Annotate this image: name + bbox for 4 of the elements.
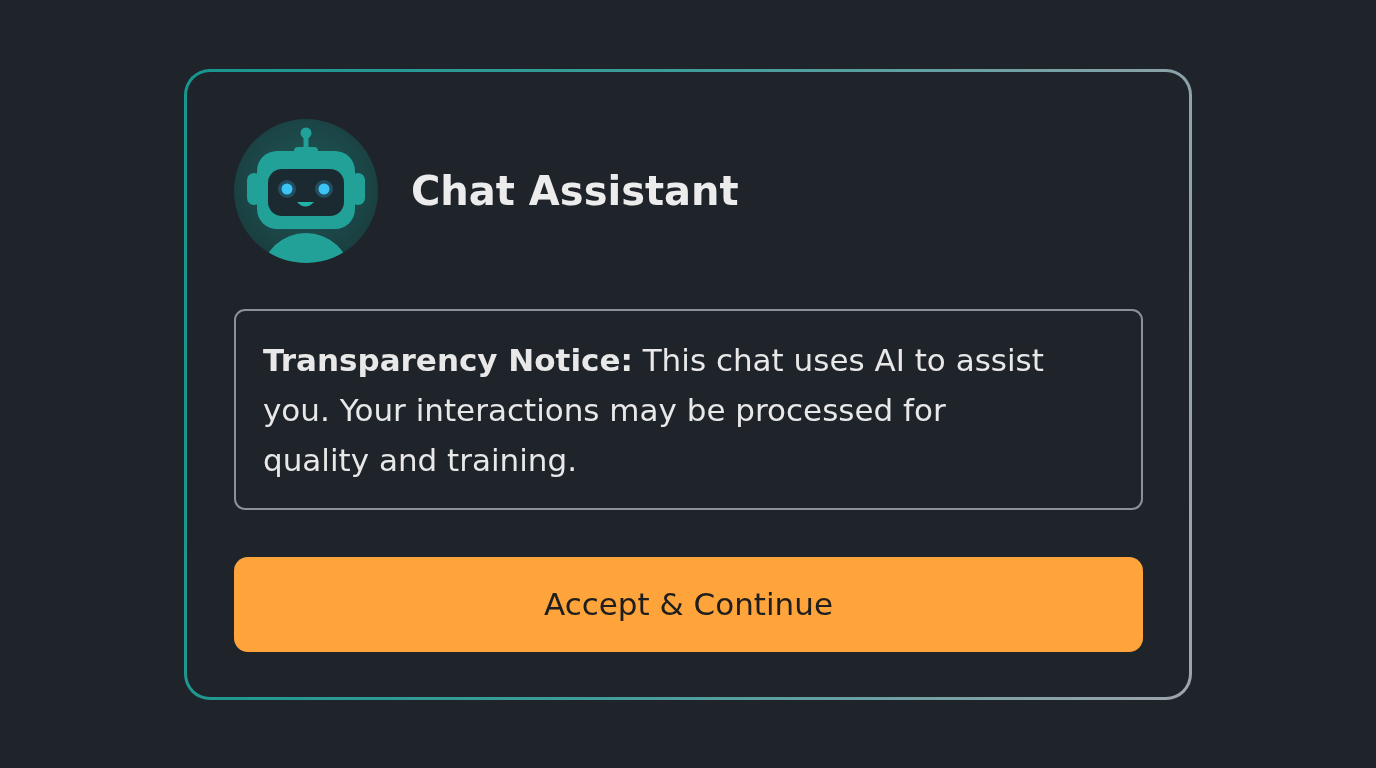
notice-text: Transparency Notice: This chat uses AI to assist you. Your interactions may be processed for quality and training.: [263, 340, 1045, 480]
robot-avatar-icon: [234, 118, 378, 263]
assistant-title: Chat Assistant: [411, 167, 739, 214]
accept-button[interactable]: Accept & Continue: [234, 556, 1143, 652]
